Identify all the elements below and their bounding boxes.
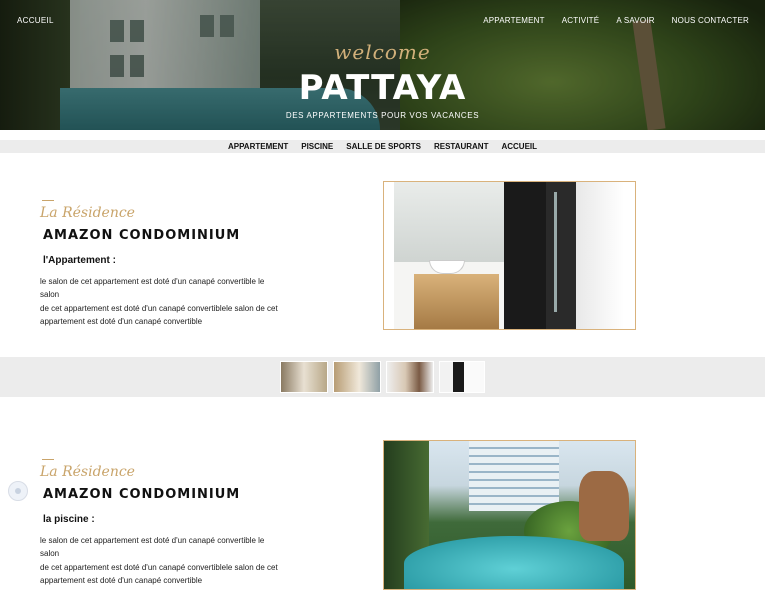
subnav-appartement[interactable]: APPARTEMENT bbox=[228, 142, 288, 151]
nav-activite-link[interactable]: ACTIVITÉ bbox=[562, 16, 600, 25]
nav-contact-link[interactable]: NOUS CONTACTER bbox=[672, 16, 749, 25]
section-navigation: APPARTEMENT PISCINE SALLE DE SPORTS REST… bbox=[0, 140, 765, 153]
nav-appartement-link[interactable]: APPARTEMENT bbox=[483, 16, 544, 25]
welcome-script: welcome bbox=[334, 40, 431, 64]
thumbnail-4[interactable] bbox=[439, 361, 485, 393]
subnav-accueil[interactable]: ACCUEIL bbox=[501, 142, 537, 151]
section-description: le salon de cet appartement est doté d'u… bbox=[40, 277, 278, 327]
pool-image[interactable] bbox=[383, 440, 636, 590]
bathroom-photo-icon bbox=[394, 182, 624, 329]
subnav-salle-de-sports[interactable]: SALLE DE SPORTS bbox=[346, 142, 421, 151]
accent-divider bbox=[42, 200, 54, 201]
section-description: le salon de cet appartement est doté d'u… bbox=[40, 536, 278, 586]
thumbnail-2[interactable] bbox=[333, 361, 381, 393]
pool-photo-icon bbox=[384, 441, 635, 589]
page-subtitle: DES APPARTEMENTS POUR VOS VACANCES bbox=[285, 111, 480, 120]
nav-a-savoir-link[interactable]: A SAVOIR bbox=[616, 16, 654, 25]
thumbnail-1[interactable] bbox=[280, 361, 328, 393]
section-script-title: La Résidence bbox=[40, 205, 135, 221]
section-heading: AMAZON CONDOMINIUM bbox=[43, 228, 241, 243]
top-navigation: APPARTEMENT ACTIVITÉ A SAVOIR NOUS CONTA… bbox=[483, 16, 749, 25]
nav-home-link[interactable]: ACCUEIL bbox=[17, 16, 54, 25]
accent-divider bbox=[42, 459, 54, 460]
section-subheading: la piscine : bbox=[43, 514, 95, 525]
accessibility-icon[interactable] bbox=[8, 481, 28, 501]
subnav-piscine[interactable]: PISCINE bbox=[301, 142, 333, 151]
hero-banner: ACCUEIL APPARTEMENT ACTIVITÉ A SAVOIR NO… bbox=[0, 0, 765, 130]
thumbnail-3[interactable] bbox=[386, 361, 434, 393]
page-title: PATTAYA bbox=[298, 68, 467, 108]
section-script-title: La Résidence bbox=[40, 464, 135, 480]
apartment-image[interactable] bbox=[383, 181, 636, 330]
section-subheading: l'Appartement : bbox=[43, 255, 116, 266]
section-heading: AMAZON CONDOMINIUM bbox=[43, 487, 241, 502]
subnav-restaurant[interactable]: RESTAURANT bbox=[434, 142, 489, 151]
thumbnail-strip bbox=[0, 357, 765, 397]
